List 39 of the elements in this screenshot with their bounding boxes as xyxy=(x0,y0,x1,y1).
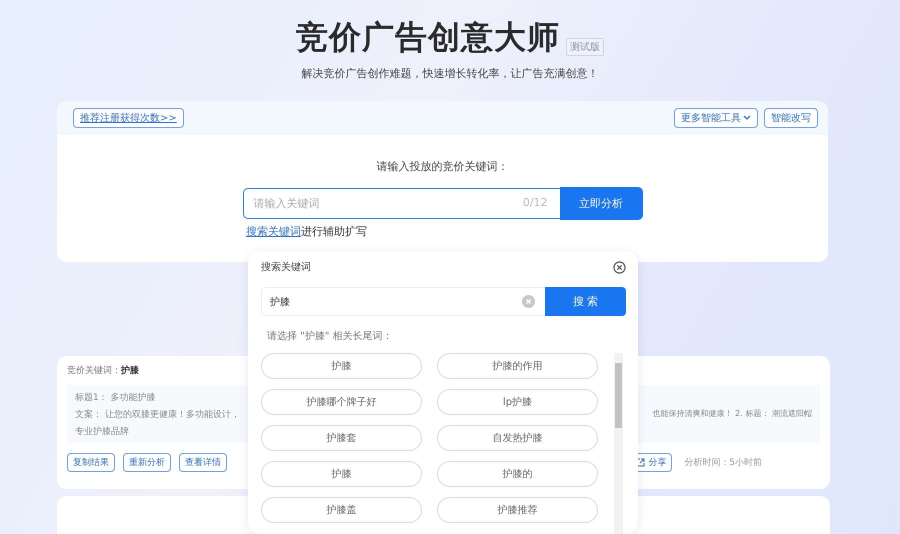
search-field[interactable]: 护膝 xyxy=(261,287,545,316)
tools-dropdown[interactable]: 更多智能工具 xyxy=(674,108,758,128)
promo-link-button[interactable]: 推荐注册获得次数>> xyxy=(73,108,184,128)
share-icon xyxy=(636,458,646,467)
copy-text: 也能保持清爽和健康！ 2. 标题： 潮流遮阳帽 xyxy=(652,408,812,420)
popup-title: 搜索关键词 xyxy=(261,260,311,274)
keyword-chip[interactable]: 护膝套 xyxy=(261,425,422,451)
keyword-chip[interactable]: 护膝盖 xyxy=(261,497,422,523)
keyword-chip[interactable]: lp护膝 xyxy=(437,389,598,415)
hint-text: 请选择 "护膝" 相关长尾词： xyxy=(267,330,394,343)
analysis-time: 分析时间：5小时前 xyxy=(684,456,762,469)
keyword-chip[interactable]: 护膝的作用 xyxy=(437,353,598,379)
keyword-chip[interactable]: 自发热护膝 xyxy=(437,425,598,451)
analyze-button[interactable]: 立即分析 xyxy=(560,187,642,220)
clear-icon[interactable] xyxy=(522,295,535,308)
keyword-chip[interactable]: 护膝的 xyxy=(437,461,598,487)
rewrite-button[interactable]: 智能改写 xyxy=(764,108,818,128)
copy-text: 专业护膝品牌 xyxy=(75,426,129,438)
keyword-chip[interactable]: 护膝哪个牌子好 xyxy=(261,389,422,415)
close-icon[interactable] xyxy=(613,260,626,274)
keyword-chip[interactable]: 护膝 xyxy=(261,461,422,487)
subtitle: 解决竞价广告创作难题，快速增长转化率，让广告充满创意！ xyxy=(302,66,598,81)
char-counter: 0/12 xyxy=(522,196,548,209)
helper-text: 进行辅助扩写 xyxy=(301,224,367,239)
result-title: 标题1： 多功能护膝 xyxy=(75,392,156,404)
beta-badge: 测试版 xyxy=(566,38,604,56)
search-button[interactable]: 搜 索 xyxy=(545,287,626,316)
scrollbar[interactable] xyxy=(614,353,623,534)
keyword-chip[interactable]: 护膝推荐 xyxy=(437,497,598,523)
search-keyword-link[interactable]: 搜索关键词 xyxy=(246,224,301,239)
copy-text: 文案： 让您的双膝更健康！多功能设计， xyxy=(75,408,240,421)
prompt-label: 请输入投放的竞价关键词： xyxy=(376,159,508,174)
action-button[interactable]: 查看详情 xyxy=(179,453,227,472)
chevron-down-icon xyxy=(743,115,751,121)
action-button[interactable]: 复制结果 xyxy=(67,453,115,472)
page-title: 竞价广告创意大师 xyxy=(296,17,560,58)
action-button[interactable]: 重新分析 xyxy=(123,453,171,472)
keyword-chip[interactable]: 护膝 xyxy=(261,353,422,379)
keyword-label: 竞价关键词：护膝 xyxy=(67,364,139,377)
